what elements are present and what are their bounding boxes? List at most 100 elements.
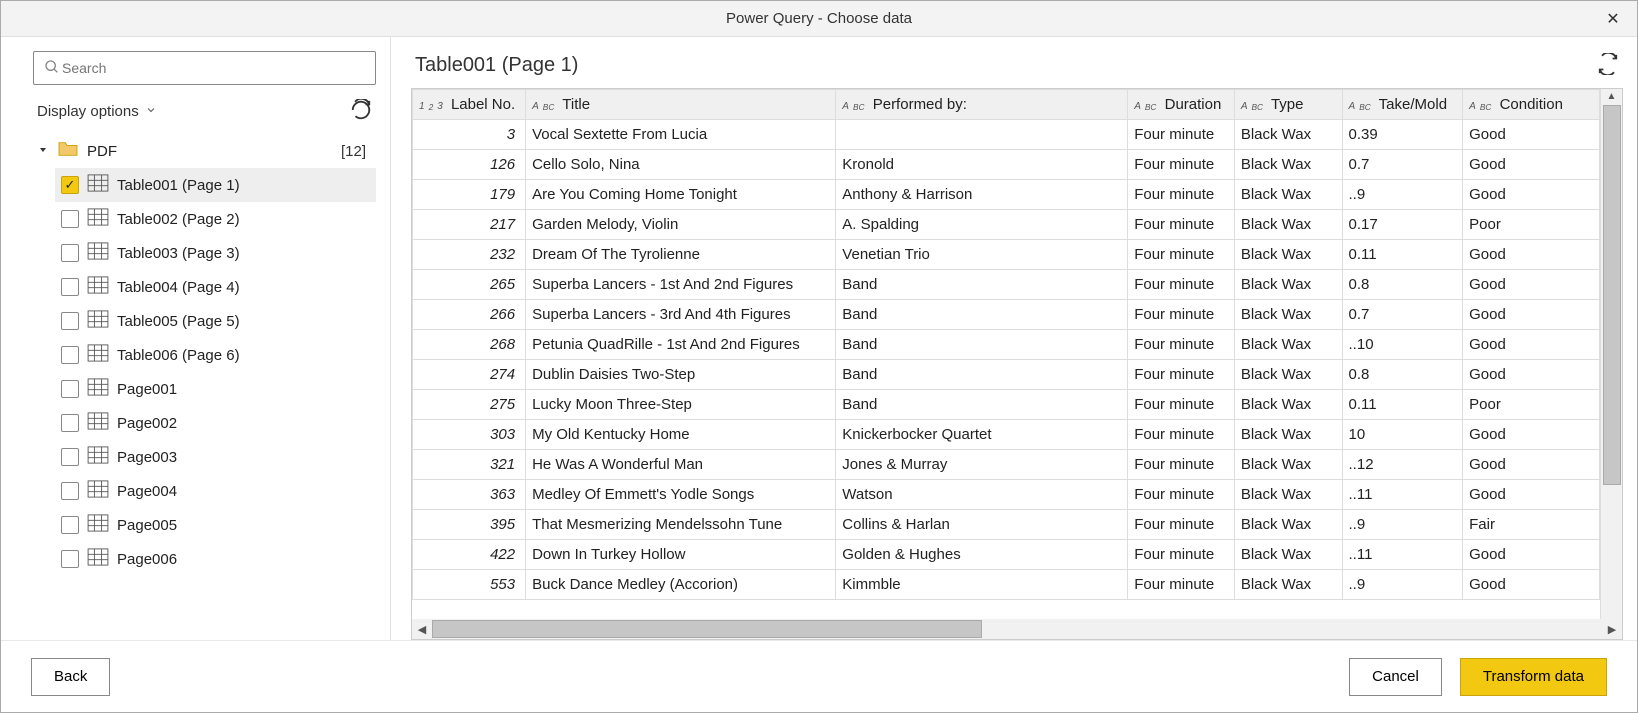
column-header[interactable]: ABC Type	[1234, 90, 1342, 120]
table-row[interactable]: 553Buck Dance Medley (Accorion)KimmbleFo…	[413, 570, 1600, 600]
checkbox[interactable]	[61, 414, 79, 432]
cell: Four minute	[1128, 450, 1235, 480]
cell: ..10	[1342, 330, 1463, 360]
cell: 0.8	[1342, 360, 1463, 390]
tree-item[interactable]: Table001 (Page 1)	[55, 168, 376, 202]
table-row[interactable]: 3Vocal Sextette From LuciaFour minuteBla…	[413, 120, 1600, 150]
checkbox[interactable]	[61, 210, 79, 228]
cell: Down In Turkey Hollow	[526, 540, 836, 570]
cell: Poor	[1463, 210, 1600, 240]
scroll-right-arrow-icon[interactable]: ▶	[1602, 619, 1622, 639]
column-name: Title	[562, 96, 590, 113]
cell: Four minute	[1128, 270, 1235, 300]
scrollbar-thumb[interactable]	[1603, 105, 1621, 485]
checkbox[interactable]	[61, 346, 79, 364]
cell: Kimmble	[836, 570, 1128, 600]
cell: Four minute	[1128, 390, 1235, 420]
table-row[interactable]: 275Lucky Moon Three-StepBandFour minuteB…	[413, 390, 1600, 420]
table-row[interactable]: 303My Old Kentucky HomeKnickerbocker Qua…	[413, 420, 1600, 450]
cell: Black Wax	[1234, 120, 1342, 150]
table-row[interactable]: 268Petunia QuadRille - 1st And 2nd Figur…	[413, 330, 1600, 360]
column-header[interactable]: ABC Duration	[1128, 90, 1235, 120]
table-row[interactable]: 321He Was A Wonderful ManJones & MurrayF…	[413, 450, 1600, 480]
preview-refresh-button[interactable]	[1597, 53, 1619, 78]
cell: Four minute	[1128, 360, 1235, 390]
cell: Band	[836, 390, 1128, 420]
column-header[interactable]: 123 Label No.	[413, 90, 526, 120]
checkbox[interactable]	[61, 380, 79, 398]
table-row[interactable]: 395That Mesmerizing Mendelssohn TuneColl…	[413, 510, 1600, 540]
checkbox[interactable]	[61, 176, 79, 194]
scroll-up-arrow-icon[interactable]: ▲	[1601, 89, 1622, 103]
column-header[interactable]: ABC Title	[526, 90, 836, 120]
cell: Superba Lancers - 3rd And 4th Figures	[526, 300, 836, 330]
cell: Good	[1463, 360, 1600, 390]
tree-item-label: Table004 (Page 4)	[117, 279, 240, 296]
checkbox[interactable]	[61, 550, 79, 568]
column-header[interactable]: ABC Take/Mold	[1342, 90, 1463, 120]
close-button[interactable]: ✕	[1589, 1, 1637, 37]
search-box[interactable]	[33, 51, 376, 85]
table-row[interactable]: 217Garden Melody, ViolinA. SpaldingFour …	[413, 210, 1600, 240]
horizontal-scrollbar[interactable]: ◀ ▶	[412, 619, 1622, 639]
refresh-button[interactable]	[350, 99, 372, 124]
transform-data-button[interactable]: Transform data	[1460, 658, 1607, 696]
table-row[interactable]: 179Are You Coming Home TonightAnthony & …	[413, 180, 1600, 210]
checkbox[interactable]	[61, 278, 79, 296]
tree-item[interactable]: Page003	[55, 440, 376, 474]
table-row[interactable]: 422Down In Turkey HollowGolden & HughesF…	[413, 540, 1600, 570]
cell: 232	[413, 240, 526, 270]
column-header[interactable]: ABC Condition	[1463, 90, 1600, 120]
cancel-button[interactable]: Cancel	[1349, 658, 1442, 696]
cell: 363	[413, 480, 526, 510]
tree-item[interactable]: Table003 (Page 3)	[55, 236, 376, 270]
checkbox[interactable]	[61, 244, 79, 262]
search-input[interactable]	[60, 59, 365, 77]
cell: ..11	[1342, 480, 1463, 510]
scrollbar-thumb[interactable]	[432, 620, 982, 638]
scroll-left-arrow-icon[interactable]: ◀	[412, 619, 432, 639]
checkbox[interactable]	[61, 312, 79, 330]
scrollbar-track[interactable]	[432, 620, 1602, 638]
vertical-scrollbar[interactable]: ▲	[1600, 89, 1622, 619]
page-icon	[87, 378, 109, 400]
datatype-icon: ABC	[842, 101, 864, 112]
table-row[interactable]: 265Superba Lancers - 1st And 2nd Figures…	[413, 270, 1600, 300]
cell: Band	[836, 270, 1128, 300]
tree-item[interactable]: Page002	[55, 406, 376, 440]
tree-item[interactable]: Table002 (Page 2)	[55, 202, 376, 236]
cell: Good	[1463, 180, 1600, 210]
cell: Good	[1463, 540, 1600, 570]
cell: 0.11	[1342, 390, 1463, 420]
cell: Jones & Murray	[836, 450, 1128, 480]
display-options[interactable]: Display options	[37, 103, 157, 120]
tree-item[interactable]: Table004 (Page 4)	[55, 270, 376, 304]
checkbox[interactable]	[61, 448, 79, 466]
tree-item[interactable]: Page006	[55, 542, 376, 576]
cell: A. Spalding	[836, 210, 1128, 240]
cell: 274	[413, 360, 526, 390]
table-row[interactable]: 274Dublin Daisies Two-StepBandFour minut…	[413, 360, 1600, 390]
tree-item[interactable]: Page004	[55, 474, 376, 508]
tree-item-label: Page002	[117, 415, 177, 432]
table-row[interactable]: 363Medley Of Emmett's Yodle SongsWatsonF…	[413, 480, 1600, 510]
tree-item[interactable]: Table005 (Page 5)	[55, 304, 376, 338]
tree-item-label: Table002 (Page 2)	[117, 211, 240, 228]
column-header[interactable]: ABC Performed by:	[836, 90, 1128, 120]
checkbox[interactable]	[61, 482, 79, 500]
display-options-label: Display options	[37, 103, 139, 120]
tree-item[interactable]: Page005	[55, 508, 376, 542]
cell: Black Wax	[1234, 510, 1342, 540]
tree-folder[interactable]: PDF [12]	[33, 134, 376, 168]
table-row[interactable]: 232Dream Of The TyrolienneVenetian TrioF…	[413, 240, 1600, 270]
folder-icon	[57, 140, 79, 162]
cell: Cello Solo, Nina	[526, 150, 836, 180]
tree-item[interactable]: Page001	[55, 372, 376, 406]
back-button[interactable]: Back	[31, 658, 110, 696]
table-row[interactable]: 126Cello Solo, NinaKronoldFour minuteBla…	[413, 150, 1600, 180]
tree-item[interactable]: Table006 (Page 6)	[55, 338, 376, 372]
checkbox[interactable]	[61, 516, 79, 534]
page-icon	[87, 412, 109, 434]
cell: 422	[413, 540, 526, 570]
table-row[interactable]: 266Superba Lancers - 3rd And 4th Figures…	[413, 300, 1600, 330]
